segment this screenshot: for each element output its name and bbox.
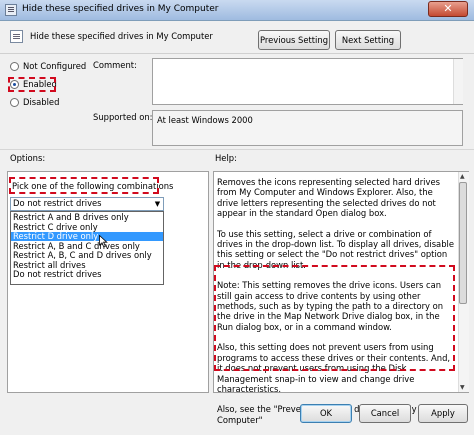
annotation-highlight-note: [214, 265, 455, 371]
dropdown-item-restrict-a-b-c-d[interactable]: Restrict A, B, C and D drives only: [11, 251, 163, 260]
policy-setting-icon: [10, 30, 23, 43]
options-label: Options:: [10, 153, 46, 163]
chevron-down-icon[interactable]: ▼: [152, 199, 163, 209]
help-scroll-thumb[interactable]: [459, 182, 467, 304]
supported-on-value: At least Windows 2000: [152, 110, 463, 146]
annotation-highlight-pick: [9, 177, 159, 194]
radio-label: Not Configured: [23, 61, 87, 71]
select-current-value: Do not restrict drives: [13, 198, 102, 208]
apply-button[interactable]: Apply: [418, 404, 468, 423]
section-divider: [0, 149, 474, 150]
help-paragraph: Removes the icons representing selected …: [217, 177, 440, 219]
ok-button[interactable]: OK: [300, 404, 352, 423]
annotation-highlight-enabled: [8, 77, 56, 92]
dropdown-item-restrict-d[interactable]: Restrict D drive only: [11, 232, 163, 241]
help-label: Help:: [215, 153, 237, 163]
supported-on-label: Supported on:: [93, 112, 153, 122]
policy-window-icon: [5, 4, 17, 16]
cancel-button[interactable]: Cancel: [359, 404, 411, 423]
window-title: Hide these specified drives in My Comput…: [22, 4, 219, 14]
previous-setting-button[interactable]: Previous Setting: [258, 30, 330, 50]
comment-label: Comment:: [93, 60, 137, 70]
scroll-up-icon[interactable]: ▲: [460, 173, 465, 180]
comment-textarea[interactable]: [152, 58, 463, 105]
radio-label: Disabled: [23, 97, 60, 107]
scroll-down-icon[interactable]: ▼: [460, 384, 465, 391]
dropdown-item-restrict-a-b[interactable]: Restrict A and B drives only: [11, 213, 163, 222]
close-button[interactable]: ✕: [428, 1, 468, 17]
mouse-cursor-icon: [99, 235, 108, 248]
header-divider: [0, 53, 474, 54]
radio-circle[interactable]: [10, 62, 19, 71]
comment-scrollbar[interactable]: [453, 59, 463, 104]
next-setting-button[interactable]: Next Setting: [335, 30, 401, 50]
radio-circle[interactable]: [10, 98, 19, 107]
dropdown-item-no-restrict[interactable]: Do not restrict drives: [11, 270, 163, 279]
help-paragraph: To use this setting, select a drive or c…: [217, 228, 454, 270]
policy-title: Hide these specified drives in My Comput…: [30, 31, 213, 41]
